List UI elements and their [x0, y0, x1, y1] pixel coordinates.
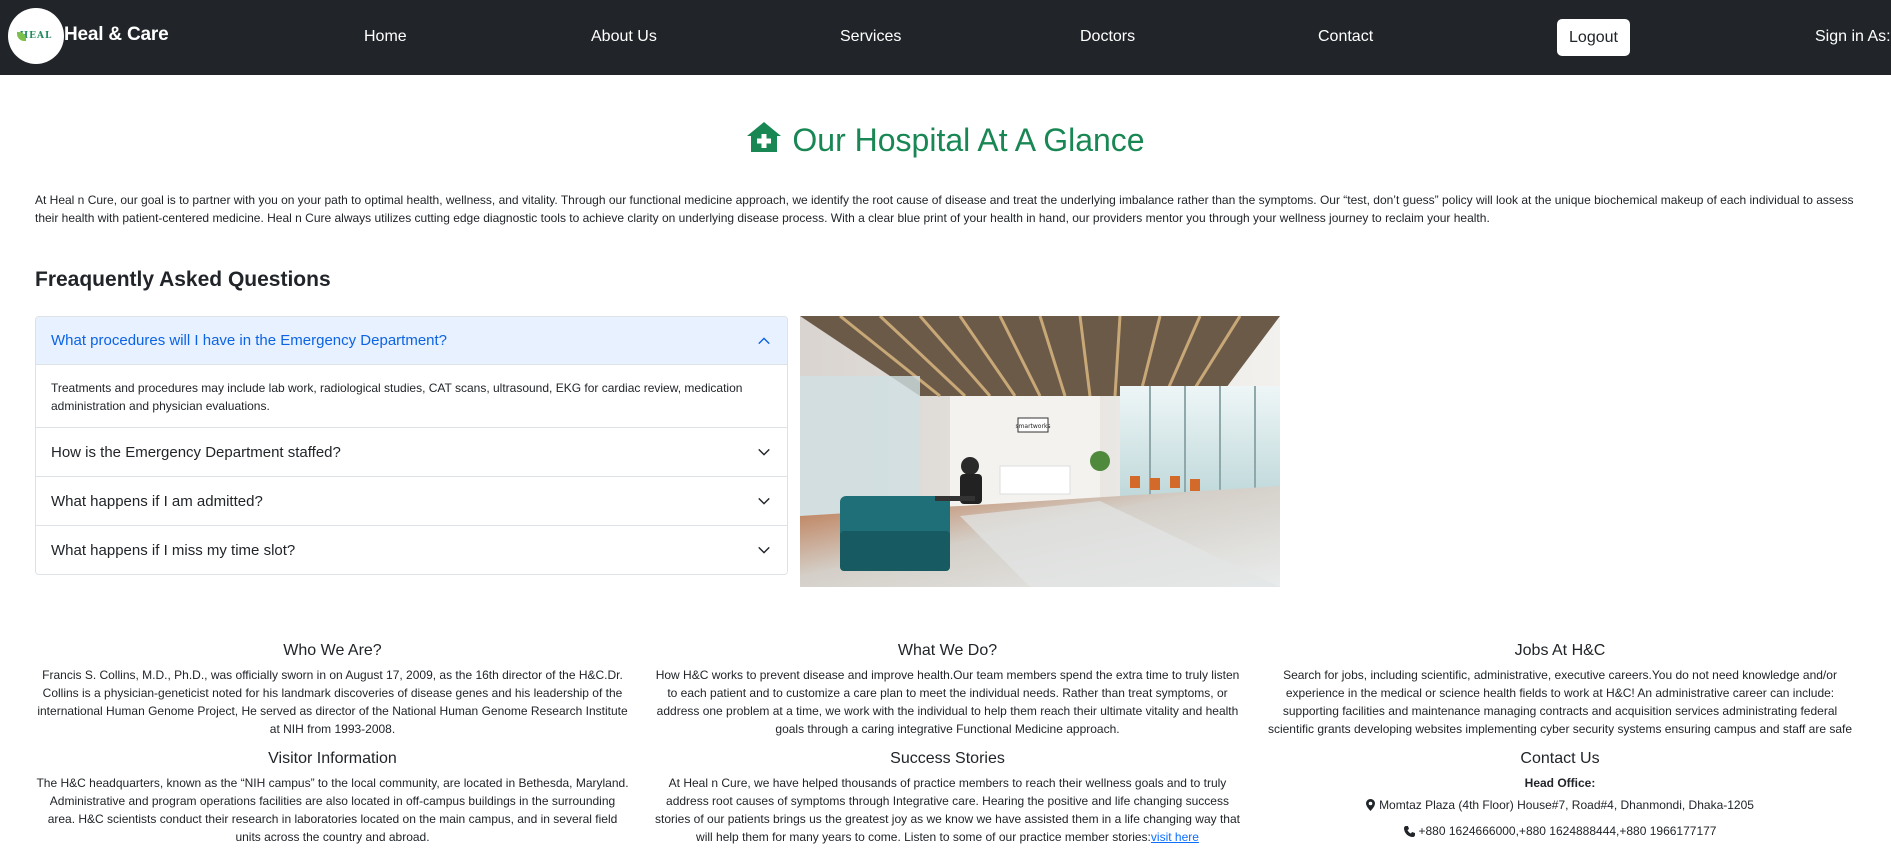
- what-we-do-section: What We Do? How H&C works to prevent dis…: [650, 642, 1245, 738]
- navbar: HEAL Heal & Care Home About Us Services …: [0, 0, 1891, 75]
- nav-link-about-us[interactable]: About Us: [591, 28, 657, 46]
- nav-link-contact[interactable]: Contact: [1318, 28, 1373, 46]
- success-stories-text: At Heal n Cure, we have helped thousands…: [650, 774, 1245, 846]
- faq-question: How is the Emergency Department staffed?: [51, 443, 341, 461]
- chevron-down-icon: [758, 497, 770, 505]
- visitor-info-text: The H&C headquarters, known as the “NIH …: [36, 776, 629, 844]
- page-title-text: Our Hospital At A Glance: [792, 122, 1145, 158]
- sign-in-as-label[interactable]: Sign in As:: [1815, 28, 1891, 46]
- visitor-info-title: Visitor Information: [268, 750, 397, 767]
- faq-question-button[interactable]: How is the Emergency Department staffed?: [36, 428, 787, 476]
- faq-accordion: What procedures will I have in the Emerg…: [35, 316, 788, 575]
- who-we-are-title: Who We Are?: [283, 642, 382, 659]
- jobs-text: Search for jobs, including scientific, a…: [1267, 668, 1853, 736]
- logo[interactable]: HEAL: [8, 8, 64, 64]
- hospital-icon: [747, 122, 782, 152]
- faq-question: What happens if I am admitted?: [51, 492, 263, 510]
- contact-section: Contact Us Head Office: Momtaz Plaza (4t…: [1265, 750, 1855, 840]
- phone-icon: [1403, 825, 1415, 837]
- success-stories-section: Success Stories At Heal n Cure, we have …: [650, 750, 1245, 846]
- faq-item: What procedures will I have in the Emerg…: [36, 317, 787, 428]
- nav-link-doctors[interactable]: Doctors: [1080, 28, 1135, 46]
- faq-item: How is the Emergency Department staffed?: [36, 428, 787, 477]
- logout-button[interactable]: Logout: [1557, 19, 1630, 56]
- contact-title: Contact Us: [1520, 750, 1600, 767]
- page-title: Our Hospital At A Glance: [0, 121, 1891, 159]
- faq-heading: Freaquently Asked Questions: [35, 268, 331, 291]
- faq-answer: Treatments and procedures may include la…: [51, 381, 743, 413]
- phone-text: +880 1624666000,+880 1624888444,+880 196…: [1418, 824, 1717, 838]
- visitor-info-section: Visitor Information The H&C headquarters…: [35, 750, 630, 846]
- map-marker-icon: [1366, 799, 1376, 811]
- faq-question: What happens if I miss my time slot?: [51, 541, 296, 559]
- faq-item: What happens if I miss my time slot?: [36, 526, 787, 574]
- faq-question: What procedures will I have in the Emerg…: [51, 332, 448, 349]
- intro-paragraph: At Heal n Cure, our goal is to partner w…: [35, 193, 1854, 225]
- wall-sign: smartworks: [1015, 423, 1050, 430]
- who-we-are-section: Who We Are? Francis S. Collins, M.D., Ph…: [35, 642, 630, 738]
- address-text: Momtaz Plaza (4th Floor) House#7, Road#4…: [1379, 798, 1754, 812]
- what-we-do-title: What We Do?: [897, 642, 998, 659]
- who-we-are-text: Francis S. Collins, M.D., Ph.D., was off…: [37, 668, 628, 736]
- chevron-down-icon: [758, 448, 770, 456]
- visit-here-link[interactable]: visit here: [1151, 830, 1199, 844]
- chevron-up-icon: [758, 336, 770, 344]
- faq-item: What happens if I am admitted?: [36, 477, 787, 526]
- phone-line: +880 1624666000,+880 1624888444,+880 196…: [1265, 822, 1855, 840]
- success-stories-title: Success Stories: [890, 750, 1005, 767]
- head-office-label: Head Office:: [1524, 776, 1596, 790]
- nav-link-services[interactable]: Services: [840, 28, 901, 46]
- what-we-do-text: How H&C works to prevent disease and imp…: [655, 668, 1240, 736]
- faq-question-button[interactable]: What procedures will I have in the Emerg…: [36, 317, 787, 365]
- faq-question-button[interactable]: What happens if I am admitted?: [36, 477, 787, 525]
- nav-link-home[interactable]: Home: [364, 28, 407, 46]
- brand-name[interactable]: Heal & Care: [64, 24, 169, 46]
- hospital-interior-image: smartworks: [800, 316, 1280, 587]
- jobs-title: Jobs At H&C: [1514, 642, 1606, 659]
- jobs-section: Jobs At H&C Search for jobs, including s…: [1265, 642, 1855, 738]
- chevron-down-icon: [758, 546, 770, 554]
- faq-question-button[interactable]: What happens if I miss my time slot?: [36, 526, 787, 574]
- address-line: Momtaz Plaza (4th Floor) House#7, Road#4…: [1265, 796, 1855, 814]
